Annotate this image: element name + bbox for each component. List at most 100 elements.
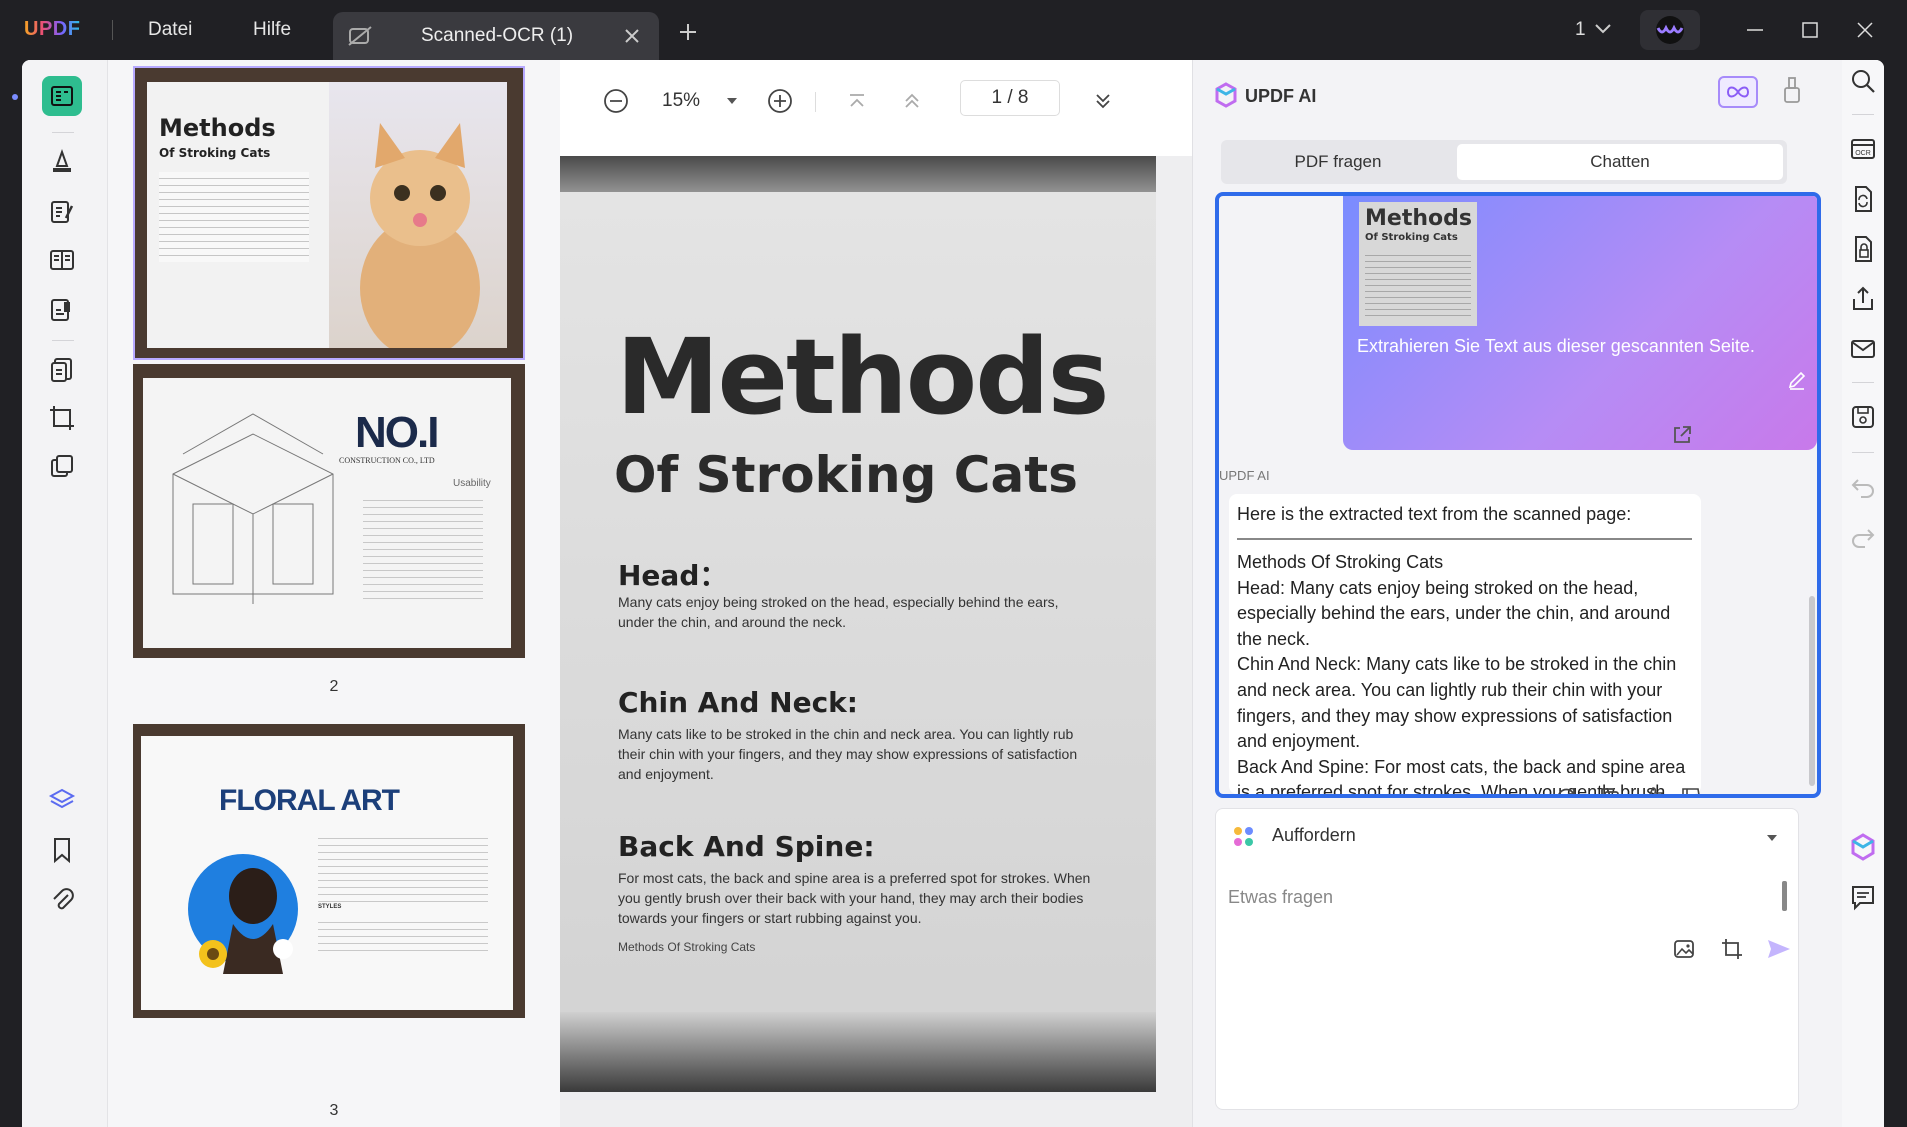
ocr-icon[interactable]: OCR: [1848, 134, 1878, 164]
reader-tool-button[interactable]: [42, 76, 82, 116]
share-icon[interactable]: [1848, 284, 1878, 314]
main-area: Methods Of Stroking Cats 1 NO.I CONSTRUC…: [22, 60, 1884, 1127]
layers-button[interactable]: [42, 780, 82, 820]
send-icon[interactable]: [1766, 937, 1792, 961]
image-upload-icon[interactable]: [1672, 937, 1696, 961]
next-page-icon[interactable]: [1088, 86, 1118, 116]
crop-tool-button[interactable]: [42, 398, 82, 438]
prompt-area: Auffordern Etwas fragen: [1215, 808, 1799, 1110]
crop-icon: [50, 406, 74, 430]
zoom-dropdown-icon[interactable]: [725, 96, 739, 106]
section-heading-back: Back And Spine:: [618, 830, 875, 863]
redo-icon[interactable]: [1848, 522, 1878, 552]
prompt-dropdown-icon[interactable]: [1766, 833, 1778, 843]
first-page-icon[interactable]: [842, 86, 872, 116]
edit-pdf-icon: [51, 201, 74, 223]
thumb1-subtitle: Of Stroking Cats: [159, 146, 271, 160]
thumbnail-label-3: 3: [329, 1102, 339, 1119]
organize-tool-button[interactable]: [42, 290, 82, 330]
infinity-mode-button[interactable]: [1718, 76, 1758, 108]
section-text-back: For most cats, the back and spine area i…: [618, 870, 1091, 926]
input-scrollbar: [1782, 881, 1787, 911]
comment-tool-button[interactable]: [42, 142, 82, 182]
user-message-text: Extrahieren Sie Text aus dieser gescannt…: [1357, 336, 1755, 356]
document-tab[interactable]: Scanned-OCR (1): [333, 12, 659, 60]
bookmark-button[interactable]: [42, 830, 82, 870]
clear-chat-icon[interactable]: [1781, 76, 1803, 106]
answer-intro: Here is the extracted text from the scan…: [1237, 504, 1632, 524]
new-tab-icon[interactable]: [678, 22, 698, 42]
thumbs-down-icon[interactable]: [1679, 784, 1705, 794]
menu-hilfe[interactable]: Hilfe: [253, 19, 291, 41]
previous-page-icon[interactable]: [897, 86, 927, 116]
document-subtitle: Of Stroking Cats: [614, 446, 1078, 504]
thumbnail-page-1[interactable]: Methods Of Stroking Cats: [133, 66, 525, 360]
maximize-icon[interactable]: [1795, 15, 1825, 45]
section-text-head: Many cats enjoy being stroked on the hea…: [618, 594, 1059, 630]
thumbs-up-icon[interactable]: [1641, 784, 1667, 794]
zoom-out-icon[interactable]: [601, 86, 631, 116]
comments-list-icon[interactable]: [1848, 882, 1878, 912]
pages-icon: [51, 358, 72, 382]
pages-tool-button[interactable]: [42, 350, 82, 390]
cat-image: [360, 123, 480, 348]
chevron-down-icon[interactable]: [1594, 22, 1612, 36]
protect-icon[interactable]: [1848, 234, 1878, 264]
thumb2-extra: Usability: [453, 478, 491, 489]
screenshot-crop-icon[interactable]: [1720, 937, 1744, 961]
search-icon[interactable]: [1848, 66, 1878, 96]
close-tab-icon[interactable]: [623, 27, 641, 45]
zoom-level[interactable]: 15%: [662, 90, 700, 112]
tool-separator: [52, 340, 74, 341]
tool-separator: [52, 132, 74, 133]
section-heading-head: Head：: [618, 559, 728, 592]
thumbnail-page-2[interactable]: NO.I CONSTRUCTION CO., LTD Usability: [133, 364, 525, 658]
attached-image-subtitle: Of Stroking Cats: [1365, 232, 1458, 243]
email-icon[interactable]: [1848, 334, 1878, 364]
minimize-icon[interactable]: [1740, 15, 1770, 45]
tab-pdf-fragen[interactable]: PDF fragen: [1225, 144, 1451, 180]
thumb2-title: NO.I: [355, 408, 439, 457]
thumb3-extra: STYLES: [318, 904, 342, 910]
copy-icon[interactable]: [1597, 784, 1623, 794]
zoom-in-icon[interactable]: [765, 86, 795, 116]
avatar[interactable]: [1640, 10, 1700, 50]
close-window-icon[interactable]: [1850, 15, 1880, 45]
answer-paragraph: Chin And Neck: Many cats like to be stro…: [1237, 654, 1677, 752]
answer-paragraph: Back And Spine: For most cats, the back …: [1237, 756, 1686, 798]
prompt-dropdown-label[interactable]: Auffordern: [1272, 825, 1356, 846]
page-number-input[interactable]: 1 / 8: [960, 80, 1060, 116]
answer-paragraph: Head: Many cats enjoy being stroked on t…: [1237, 577, 1671, 649]
thumbnail-panel: Methods Of Stroking Cats 1 NO.I CONSTRUC…: [108, 60, 560, 1127]
ask-input[interactable]: Etwas fragen: [1228, 877, 1762, 917]
attachment-button[interactable]: [42, 880, 82, 920]
pdf-page[interactable]: Methods Of Stroking Cats Head： Many cats…: [560, 156, 1156, 1092]
tab-edit-off-icon: [347, 24, 373, 48]
prompt-library-icon: [1232, 825, 1256, 849]
building-sketch: [172, 413, 334, 604]
updf-ai-icon[interactable]: [1848, 832, 1878, 862]
section-text-chin: Many cats like to be stroked in the chin…: [618, 726, 1078, 782]
menu-datei[interactable]: Datei: [148, 19, 192, 41]
bookmark-icon: [54, 838, 70, 864]
regenerate-icon[interactable]: [1553, 784, 1579, 794]
form-tool-button[interactable]: [42, 240, 82, 280]
undo-icon[interactable]: [1848, 472, 1878, 502]
answer-paragraph: Methods Of Stroking Cats: [1237, 552, 1444, 572]
app-window: UPDF Datei Hilfe Scanned-OCR (1) 1 Metho…: [0, 0, 1907, 1127]
page-set-indicator[interactable]: 1: [1575, 19, 1586, 41]
copy-tool-button[interactable]: [42, 446, 82, 486]
tab-chatten[interactable]: Chatten: [1457, 144, 1783, 180]
convert-icon[interactable]: [1848, 184, 1878, 214]
reader-icon: [51, 86, 73, 106]
edit-message-icon[interactable]: [1787, 370, 1807, 390]
save-icon[interactable]: [1848, 402, 1878, 432]
chat-scrollbar[interactable]: [1809, 596, 1815, 786]
answer-body: Methods Of Stroking Cats Head: Many cats…: [1237, 550, 1697, 798]
toolbar-separator: [815, 92, 816, 112]
user-message-bubble: Methods Of Stroking Cats Extrahieren Sie…: [1343, 196, 1817, 450]
thumbnail-page-3[interactable]: FLORAL ART STYLES: [133, 724, 525, 1018]
open-external-icon[interactable]: [1671, 424, 1693, 446]
answer-divider: [1237, 538, 1692, 540]
edit-tool-button[interactable]: [42, 192, 82, 232]
